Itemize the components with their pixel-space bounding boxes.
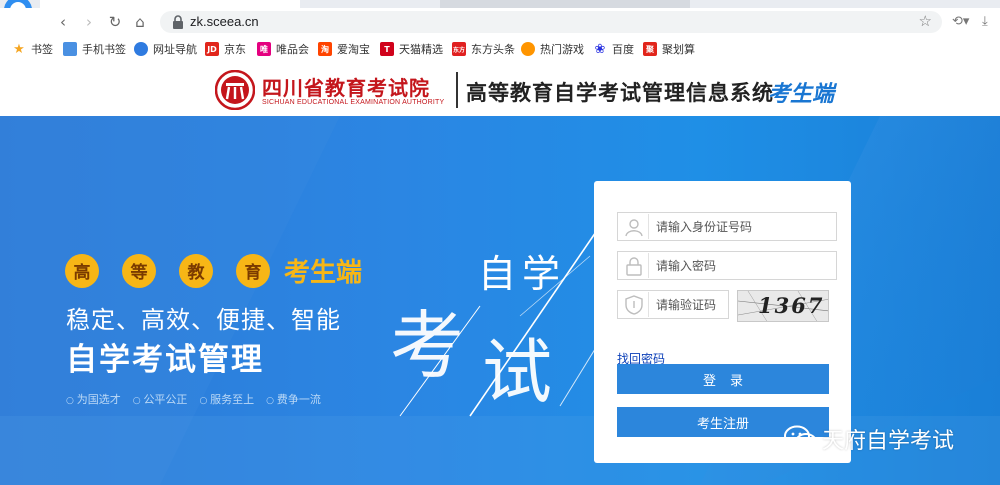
- back-icon[interactable]: ‹: [54, 13, 72, 31]
- bookmark-star-icon[interactable]: ☆: [919, 12, 932, 30]
- captcha-input[interactable]: [656, 296, 726, 314]
- badge: 等: [122, 253, 156, 288]
- bookmark-item[interactable]: ★ 书签: [12, 41, 53, 57]
- bookmark-item[interactable]: 热门游戏: [521, 41, 584, 57]
- captcha-text: 1367: [758, 293, 825, 318]
- active-tab[interactable]: [40, 0, 300, 8]
- header-divider: [456, 72, 458, 108]
- motto: 公平公正: [133, 391, 187, 407]
- badge-row: 高 等 教 育 考生端: [65, 252, 362, 289]
- forward-icon[interactable]: ›: [80, 13, 98, 31]
- browser-toolbar: ‹ › ↻ ⌂ zk.sceea.cn ☆ ⟲▾ ⤓: [0, 8, 1000, 36]
- vip-icon: 唯: [257, 42, 271, 56]
- slogan-line2: 自学考试管理: [66, 342, 264, 378]
- bookmarks-bar: ★ 书签 手机书签 网址导航 JD 京东 唯唯品会 淘爱淘宝 T 天猫精选 东方 东方头…: [0, 36, 1000, 62]
- bookmark-item[interactable]: T 天猫精选: [380, 41, 443, 57]
- authority-emblem-icon: [215, 70, 255, 110]
- captcha-image[interactable]: 1367: [737, 290, 829, 322]
- password-input[interactable]: [656, 257, 826, 275]
- bookmark-item[interactable]: 东方 东方头条: [452, 41, 515, 57]
- motto: 费争一流: [266, 391, 321, 407]
- toutiao-icon: 东方: [452, 42, 466, 56]
- jd-icon: JD: [205, 42, 219, 56]
- art-text-zixue: 自学: [478, 252, 567, 296]
- bookmark-item[interactable]: 网址导航: [134, 41, 197, 57]
- id-number-input[interactable]: [656, 218, 826, 236]
- system-title: 高等教育自学考试管理信息系统: [466, 80, 774, 105]
- bookmark-item[interactable]: 唯唯品会: [257, 41, 309, 57]
- org-name: 四川省教育考试院: [262, 76, 430, 100]
- tmall-icon: T: [380, 42, 394, 56]
- user-icon: [624, 218, 643, 236]
- undo-icon[interactable]: ⟲▾: [952, 14, 969, 29]
- address-bar[interactable]: zk.sceea.cn ☆: [160, 11, 942, 33]
- bookmark-item[interactable]: 淘爱淘宝: [318, 41, 370, 57]
- star-icon: ★: [13, 41, 25, 57]
- motto-row: 为国选才 公平公正 服务至上 费争一流: [66, 391, 333, 407]
- inactive-tab[interactable]: [440, 0, 690, 8]
- art-text-shi: 试: [482, 331, 552, 413]
- org-name-en: SICHUAN EDUCATIONAL EXAMINATION AUTHORIT…: [262, 99, 445, 106]
- watermark-text: 天府自学考试: [822, 429, 955, 454]
- motto: 服务至上: [199, 391, 254, 407]
- phone-icon: [63, 42, 77, 56]
- captcha-field[interactable]: [617, 290, 729, 319]
- badge: 教: [179, 253, 213, 288]
- juhuasuan-icon: 聚: [643, 42, 657, 56]
- system-subtitle: 考生端: [768, 82, 835, 107]
- badge-tag: 考生端: [284, 258, 363, 288]
- login-button[interactable]: 登录: [617, 364, 829, 394]
- password-field[interactable]: [617, 251, 837, 280]
- compass-icon: [134, 42, 148, 56]
- bookmark-item[interactable]: ❀ 百度: [593, 41, 634, 57]
- site-header: 四川省教育考试院 SICHUAN EDUCATIONAL EXAMINATION…: [0, 62, 1000, 116]
- slogan-line1: 稳定、高效、便捷、智能: [66, 306, 341, 334]
- motto: 为国选才: [66, 391, 121, 407]
- bookmark-item[interactable]: 手机书签: [63, 41, 126, 57]
- tab-strip: [0, 0, 1000, 8]
- wechat-watermark: 天府自学考试: [784, 423, 954, 455]
- game-icon: [521, 42, 535, 56]
- hero-banner: 高 等 教 育 考生端 稳定、高效、便捷、智能 自学考试管理 为国选才 公平公正…: [0, 116, 1000, 485]
- bookmark-item[interactable]: 聚聚划算: [643, 41, 695, 57]
- bookmark-item[interactable]: JD 京东: [205, 41, 246, 57]
- home-icon[interactable]: ⌂: [131, 13, 149, 31]
- taobao-icon: 淘: [318, 42, 332, 56]
- badge: 高: [65, 253, 99, 288]
- wechat-icon: [784, 425, 817, 451]
- reload-icon[interactable]: ↻: [106, 13, 124, 31]
- download-icon[interactable]: ⤓: [982, 14, 988, 29]
- url-text[interactable]: zk.sceea.cn: [190, 14, 259, 29]
- lock-icon: [173, 15, 183, 29]
- lock-icon: [625, 256, 642, 276]
- baidu-paw-icon: ❀: [594, 41, 606, 57]
- login-card: 1367 找回密码 登录 考生注册: [594, 181, 851, 463]
- badge: 育: [236, 253, 270, 288]
- shield-icon: [624, 294, 643, 315]
- id-number-field[interactable]: [617, 212, 837, 241]
- art-text-kao: 考: [390, 303, 464, 389]
